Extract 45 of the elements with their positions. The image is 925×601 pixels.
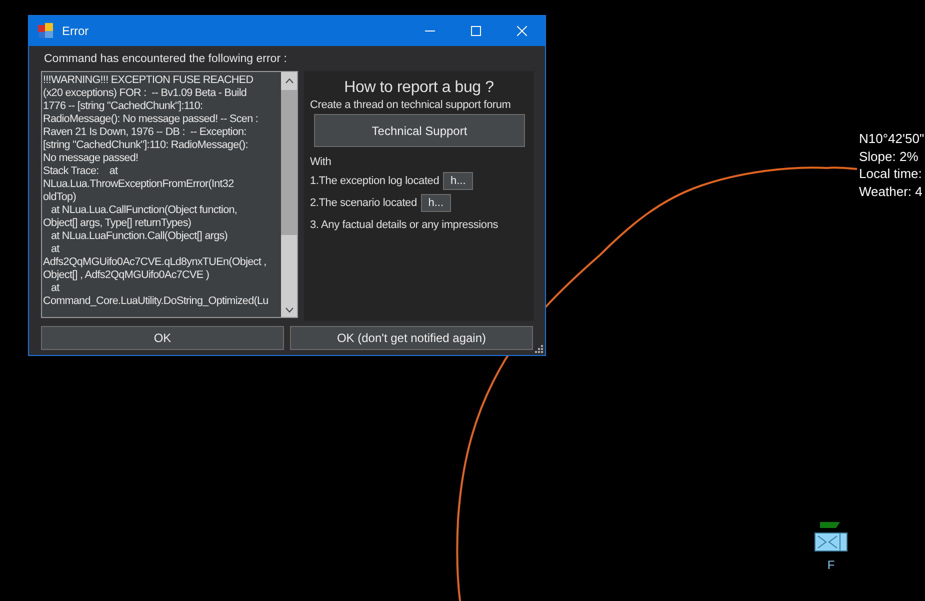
technical-support-button[interactable]: Technical Support bbox=[314, 114, 525, 147]
log-line: 1776 -- [string "CachedChunk"]:110: bbox=[43, 100, 204, 113]
log-line: !!!WARNING!!! EXCEPTION FUSE REACHED bbox=[43, 74, 254, 87]
scroll-up-icon bbox=[284, 78, 294, 84]
log-line: No message passed! bbox=[43, 152, 140, 165]
log-line: at bbox=[50, 282, 60, 295]
ok-button[interactable]: OK (don't get notified again) bbox=[290, 326, 533, 350]
log-line: Object[] args, Type[] returnTypes) bbox=[43, 217, 192, 230]
log-line: Adfs2QqMGUifo0Ac7CVE.qLd8ynxTUEn(Object , bbox=[43, 256, 268, 269]
log-line: Raven 21 Is Down, 1976 -- DB : -- Exception: bbox=[43, 126, 248, 139]
ok-button[interactable]: OK bbox=[41, 326, 284, 350]
scroll-down-icon bbox=[284, 307, 294, 313]
maximize-icon bbox=[471, 26, 481, 36]
scrollbar[interactable] bbox=[281, 72, 297, 317]
log-line: Stack Trace: at bbox=[43, 165, 119, 178]
app-icon bbox=[38, 23, 54, 39]
scroll-thumb[interactable] bbox=[281, 90, 297, 235]
error-log-field[interactable] bbox=[41, 71, 298, 318]
log-line: Command_Core.LuaUtility.DoString_Optimized(Lu bbox=[43, 295, 270, 308]
map-info-text: N10°42'50" bbox=[859, 130, 924, 148]
log-line: NLua.Lua.ThrowExceptionFromError(Int32 bbox=[43, 178, 235, 191]
log-line: at bbox=[50, 243, 60, 256]
close-icon bbox=[517, 26, 527, 36]
with-label: With bbox=[310, 156, 332, 168]
resize-grip-icon[interactable] bbox=[535, 345, 543, 353]
location-button[interactable]: h... bbox=[420, 194, 451, 212]
step-text: 3. Any factual details or any impressions bbox=[310, 218, 498, 230]
map-info-text: Slope: 2% bbox=[859, 148, 920, 165]
help-subtitle: Create a thread on technical support forum bbox=[310, 99, 512, 111]
error-intro-text: Command has encountered the following error : bbox=[44, 53, 288, 67]
window-title: Error bbox=[62, 24, 89, 38]
log-line: RadioMessage(): No message passed! -- Scen : bbox=[43, 113, 260, 126]
step-text: 2.The scenario located bbox=[310, 196, 417, 208]
map-info-text: Weather: 4 bbox=[859, 182, 924, 200]
unit-label: F bbox=[827, 558, 835, 572]
help-heading: How to report a bug ? bbox=[343, 79, 495, 97]
log-line: oldTop) bbox=[43, 191, 77, 204]
step-text: 1.The exception log located bbox=[310, 174, 440, 186]
log-line: (x20 exceptions) FOR : -- Bv1.09 Beta - Build bbox=[43, 87, 248, 100]
location-button[interactable]: h... bbox=[443, 172, 474, 190]
log-line: at NLua.Lua.CallFunction(Object function, bbox=[50, 204, 238, 217]
log-line: Object[] , Adfs2QqMGUifo0Ac7CVE ) bbox=[43, 269, 210, 282]
log-line: at NLua.LuaFunction.Call(Object[] args) bbox=[50, 230, 229, 243]
log-line: [string "CachedChunk"]:110: RadioMessage(): bbox=[43, 139, 249, 152]
map-info-text: Local time: bbox=[859, 165, 923, 182]
